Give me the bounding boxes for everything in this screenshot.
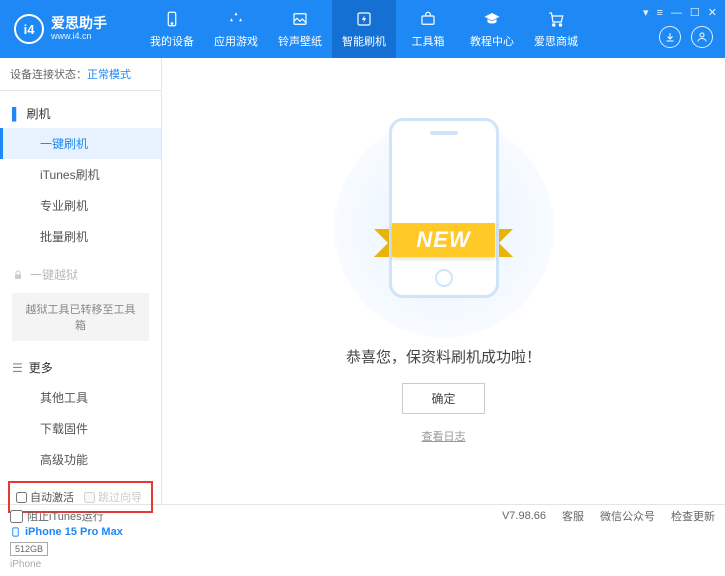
nav-label: 我的设备 xyxy=(150,33,194,49)
device-type: iPhone xyxy=(10,559,151,570)
nav-store[interactable]: 爱思商城 xyxy=(524,0,588,58)
more-section-icon: ☰ xyxy=(12,361,23,375)
success-message: 恭喜您，保资料刷机成功啦！ xyxy=(346,346,541,367)
top-nav: 我的设备 应用游戏 铃声壁纸 智能刷机 工具箱 教程中心 爱思商城 xyxy=(140,0,588,58)
nav-label: 智能刷机 xyxy=(342,33,386,49)
sidebar-item-other-tools[interactable]: 其他工具 xyxy=(0,382,161,413)
nav-apps-games[interactable]: 应用游戏 xyxy=(204,0,268,58)
device-icon xyxy=(10,525,21,539)
nav-label: 教程中心 xyxy=(470,33,514,49)
settings-icon[interactable]: ≡ xyxy=(656,7,662,19)
version-label: V7.98.66 xyxy=(502,510,546,522)
flash-icon xyxy=(354,9,374,29)
window-controls: ▾ ≡ — ☐ ✕ xyxy=(643,6,717,19)
sidebar-item-oneclick-flash[interactable]: 一键刷机 xyxy=(0,128,161,159)
sidebar-item-download-firmware[interactable]: 下载固件 xyxy=(0,413,161,444)
close-icon[interactable]: ✕ xyxy=(708,6,717,19)
flash-section-icon: ▌ xyxy=(12,107,21,121)
jailbreak-moved-notice: 越狱工具已转移至工具箱 xyxy=(12,293,149,341)
nav-ringtone-wallpaper[interactable]: 铃声壁纸 xyxy=(268,0,332,58)
menu-icon[interactable]: ▾ xyxy=(643,6,649,19)
checkbox-label-text: 自动激活 xyxy=(30,489,74,505)
section-label: 更多 xyxy=(29,359,53,376)
device-name[interactable]: iPhone 15 Pro Max xyxy=(10,525,151,539)
app-url: www.i4.cn xyxy=(51,31,107,42)
sidebar-section-more[interactable]: ☰ 更多 xyxy=(0,353,161,382)
image-icon xyxy=(290,9,310,29)
nav-label: 铃声壁纸 xyxy=(278,33,322,49)
app-header: i4 爱思助手 www.i4.cn 我的设备 应用游戏 铃声壁纸 智能刷机 工具… xyxy=(0,0,725,58)
storage-badge: 512GB xyxy=(10,542,48,556)
nav-my-device[interactable]: 我的设备 xyxy=(140,0,204,58)
status-mode: 正常模式 xyxy=(87,69,131,81)
view-log-link[interactable]: 查看日志 xyxy=(422,428,466,444)
device-status: 设备连接状态：正常模式 xyxy=(0,58,161,91)
nav-tutorials[interactable]: 教程中心 xyxy=(460,0,524,58)
nav-label: 工具箱 xyxy=(412,33,445,49)
block-itunes-checkbox[interactable]: 阻止iTunes运行 xyxy=(10,508,104,524)
logo-area: i4 爱思助手 www.i4.cn xyxy=(0,14,140,44)
auto-activate-checkbox[interactable]: 自动激活 xyxy=(16,489,74,505)
lock-icon xyxy=(12,269,24,281)
minimize-icon[interactable]: — xyxy=(671,7,682,19)
new-ribbon: NEW xyxy=(392,223,494,257)
nav-label: 应用游戏 xyxy=(214,33,258,49)
status-label: 设备连接状态： xyxy=(10,69,87,81)
checkbox-label-text: 阻止iTunes运行 xyxy=(27,508,104,524)
sidebar-item-itunes-flash[interactable]: iTunes刷机 xyxy=(0,159,161,190)
sidebar-item-batch-flash[interactable]: 批量刷机 xyxy=(0,221,161,252)
phone-illustration xyxy=(389,118,499,298)
user-button[interactable] xyxy=(691,26,713,48)
support-link[interactable]: 客服 xyxy=(562,508,584,524)
sidebar-item-pro-flash[interactable]: 专业刷机 xyxy=(0,190,161,221)
cart-icon xyxy=(546,9,566,29)
apps-icon xyxy=(226,9,246,29)
toolbox-icon xyxy=(418,9,438,29)
device-info: iPhone 15 Pro Max 512GB iPhone xyxy=(0,519,161,576)
section-label: 一键越狱 xyxy=(30,266,78,283)
maximize-icon[interactable]: ☐ xyxy=(690,6,700,19)
main-content: NEW 恭喜您，保资料刷机成功啦！ 确定 查看日志 xyxy=(162,58,725,504)
ok-button[interactable]: 确定 xyxy=(402,383,484,414)
sidebar-section-flash[interactable]: ▌ 刷机 xyxy=(0,99,161,128)
checkbox-label-text: 跳过向导 xyxy=(98,489,142,505)
app-title: 爱思助手 xyxy=(51,16,107,31)
sidebar: 设备连接状态：正常模式 ▌ 刷机 一键刷机 iTunes刷机 专业刷机 批量刷机… xyxy=(0,58,162,504)
download-button[interactable] xyxy=(659,26,681,48)
graduation-icon xyxy=(482,9,502,29)
skip-guide-checkbox[interactable]: 跳过向导 xyxy=(84,489,142,505)
nav-label: 爱思商城 xyxy=(534,33,578,49)
section-label: 刷机 xyxy=(27,105,51,122)
logo-icon: i4 xyxy=(14,14,44,44)
wechat-link[interactable]: 微信公众号 xyxy=(600,508,655,524)
sidebar-section-jailbreak: 一键越狱 xyxy=(0,260,161,289)
sidebar-item-advanced[interactable]: 高级功能 xyxy=(0,444,161,475)
nav-smart-flash[interactable]: 智能刷机 xyxy=(332,0,396,58)
check-update-link[interactable]: 检查更新 xyxy=(671,508,715,524)
nav-toolbox[interactable]: 工具箱 xyxy=(396,0,460,58)
phone-icon xyxy=(162,9,182,29)
